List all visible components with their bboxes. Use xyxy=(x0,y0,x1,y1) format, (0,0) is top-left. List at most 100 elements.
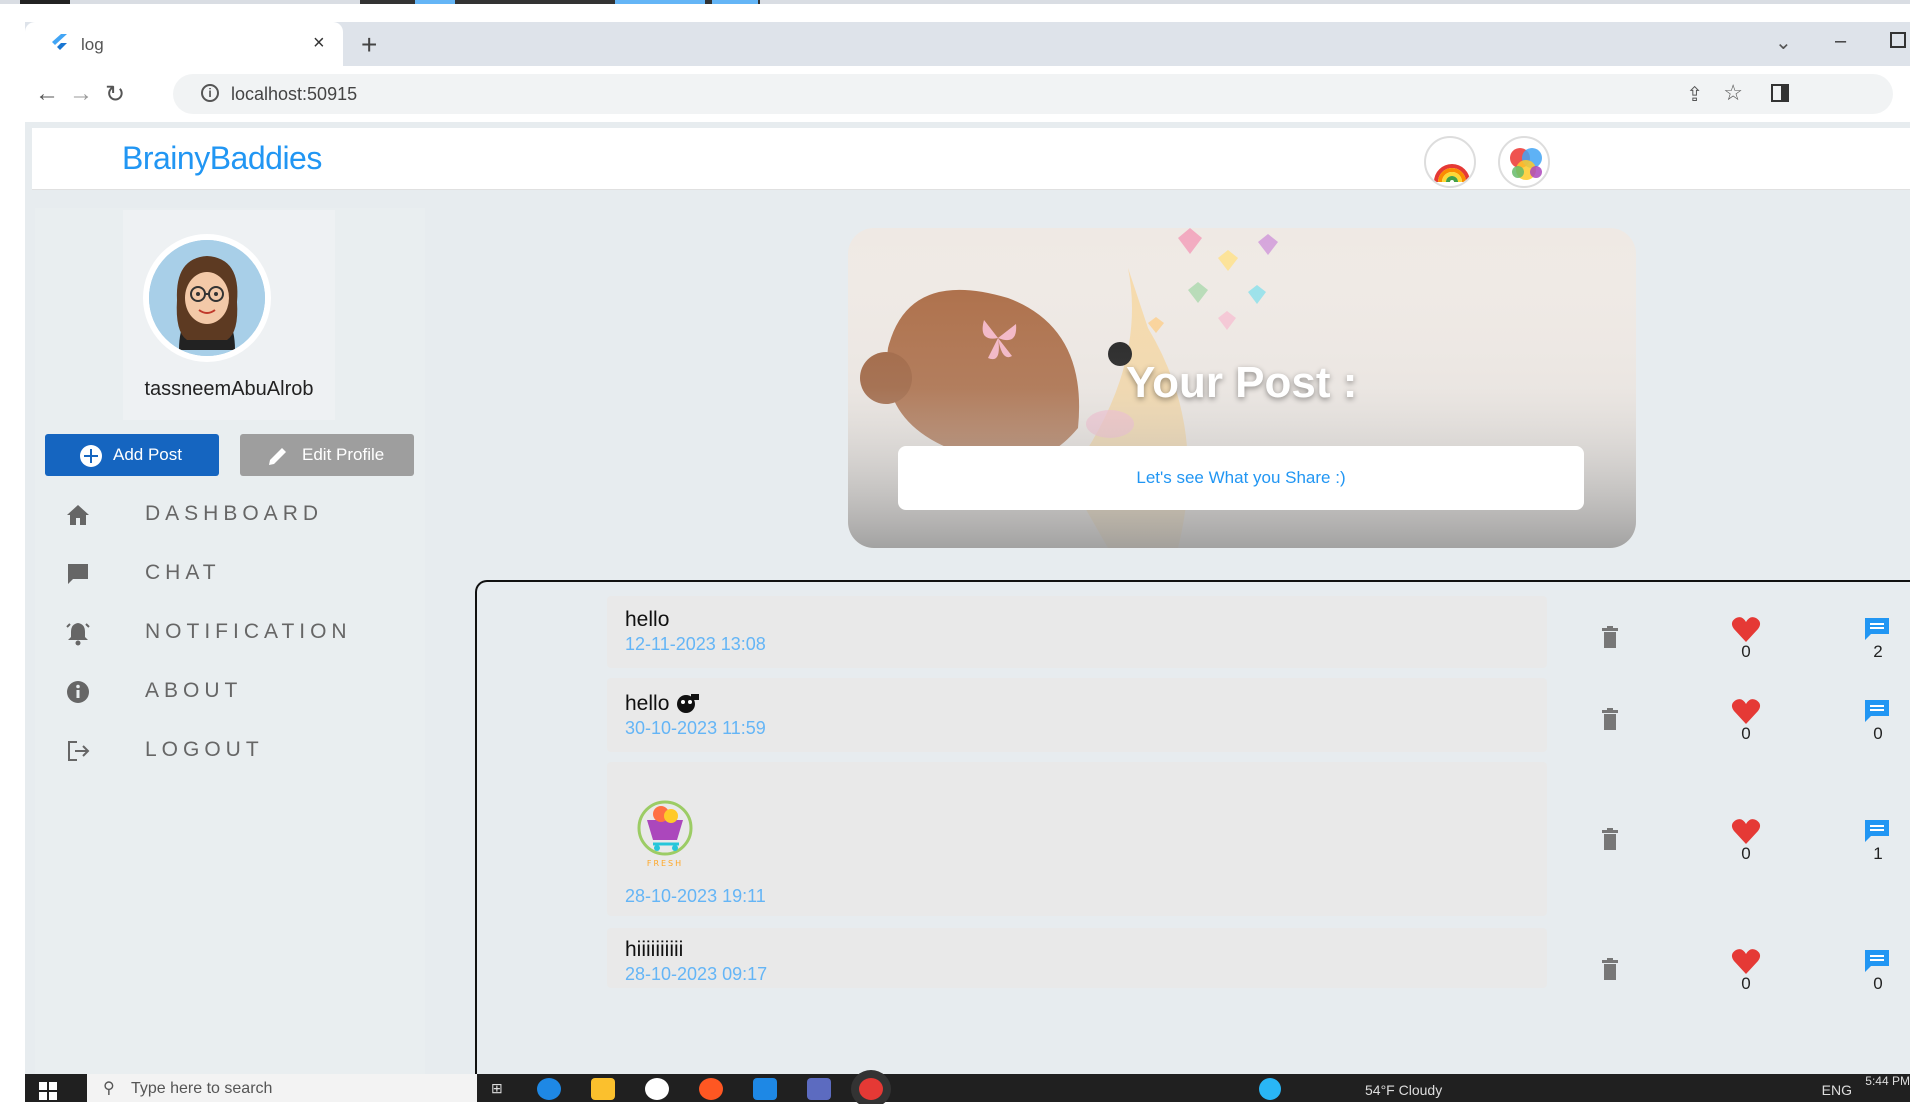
sidebar-item-logout[interactable]: LOGOUT xyxy=(65,730,385,770)
vscode-icon[interactable] xyxy=(753,1078,777,1100)
new-post-card: Your Post : Let's see What you Share :) xyxy=(848,228,1636,548)
app-viewport: BrainyBaddies tassneemAbuAlrob Add Post … xyxy=(25,122,1910,1100)
help-icon[interactable] xyxy=(1259,1078,1281,1100)
weather-text[interactable]: 54°F Cloudy xyxy=(1365,1082,1442,1098)
comment-icon[interactable] xyxy=(1863,818,1891,844)
task-view-icon[interactable]: ⊞ xyxy=(491,1080,503,1097)
sidebar-item-label: CHAT xyxy=(145,561,221,584)
add-post-button[interactable]: Add Post xyxy=(45,434,219,476)
teams-icon[interactable] xyxy=(807,1078,831,1100)
clock[interactable]: 5:44 PM xyxy=(1865,1074,1910,1088)
like-count: 0 xyxy=(1741,724,1751,743)
like-heart-icon[interactable] xyxy=(1731,818,1761,844)
taskbar-search-input[interactable]: ⚲ Type here to search xyxy=(87,1074,477,1102)
search-icon: ⚲ xyxy=(103,1080,115,1097)
like-count: 0 xyxy=(1741,844,1751,863)
forward-icon[interactable]: → xyxy=(69,80,93,108)
post-item: FRESH 28-10-2023 19:11 xyxy=(607,762,1547,916)
sidebar-item-label: NOTIFICATION xyxy=(145,620,352,643)
site-info-icon[interactable]: i xyxy=(201,84,219,102)
posts-list: hello 12-11-2023 13:08 0 2 hello 30-10-2… xyxy=(475,580,1910,1100)
edit-profile-button[interactable]: Edit Profile xyxy=(240,434,414,476)
side-panel-icon[interactable] xyxy=(1771,84,1789,102)
colorful-avatar-icon[interactable] xyxy=(1498,136,1550,188)
postman-icon[interactable] xyxy=(699,1078,723,1100)
comment-count: 0 xyxy=(1873,724,1883,743)
comment-count: 1 xyxy=(1873,844,1883,863)
sidebar-item-dashboard[interactable]: DASHBOARD xyxy=(65,494,385,534)
chrome-icon[interactable] xyxy=(859,1078,883,1100)
back-icon[interactable]: ← xyxy=(35,80,59,108)
post-input[interactable]: Let's see What you Share :) xyxy=(898,446,1584,510)
browser-tab[interactable]: log × xyxy=(25,22,343,66)
delete-icon[interactable] xyxy=(1601,958,1619,980)
rainbow-avatar-icon[interactable] xyxy=(1424,136,1476,188)
post-text: hello xyxy=(625,692,670,715)
os-taskbar: ⚲ Type here to search ⊞ 54°F Cloudy ENG … xyxy=(25,1074,1910,1102)
delete-icon[interactable] xyxy=(1601,708,1619,730)
share-icon[interactable]: ⇪ xyxy=(1686,82,1703,107)
post-text: hiiiiiiiiii xyxy=(625,938,684,961)
like-heart-icon[interactable] xyxy=(1731,698,1761,724)
sidebar-item-chat[interactable]: CHAT xyxy=(65,553,385,593)
info-icon xyxy=(67,681,89,703)
profile-avatar[interactable] xyxy=(143,234,271,362)
add-post-label: Add Post xyxy=(113,445,182,464)
minimize-icon[interactable]: – xyxy=(1835,30,1846,53)
like-count: 0 xyxy=(1741,642,1751,661)
sidebar-item-about[interactable]: ABOUT xyxy=(65,671,385,711)
sidebar: tassneemAbuAlrob Add Post Edit Profile D… xyxy=(35,208,425,1074)
home-icon xyxy=(67,505,89,525)
chat-icon xyxy=(68,564,88,584)
main-content: Your Post : Let's see What you Share :) … xyxy=(450,208,1910,1100)
comment-icon[interactable] xyxy=(1863,948,1891,974)
url-text: localhost:50915 xyxy=(231,84,358,104)
post-date: 30-10-2023 11:59 xyxy=(625,718,766,738)
browser-window: log × + ⌄ – ← → ↻ i localhost:50915 ⇪ ☆ … xyxy=(25,4,1910,1100)
post-item: hello 30-10-2023 11:59 xyxy=(607,678,1547,752)
comment-icon[interactable] xyxy=(1863,698,1891,724)
comment-count: 0 xyxy=(1873,974,1883,993)
post-date: 12-11-2023 13:08 xyxy=(625,634,766,654)
sidebar-item-label: DASHBOARD xyxy=(145,502,324,525)
like-heart-icon[interactable] xyxy=(1731,616,1761,642)
address-bar[interactable]: i localhost:50915 ⇪ ☆ xyxy=(173,74,1893,114)
notification-icon xyxy=(66,623,90,646)
reload-icon[interactable]: ↻ xyxy=(105,80,125,109)
post-date: 28-10-2023 19:11 xyxy=(625,886,766,906)
post-text: hello xyxy=(625,608,670,631)
windows-start-icon[interactable] xyxy=(39,1082,57,1100)
edge-icon[interactable] xyxy=(537,1078,561,1100)
like-count: 0 xyxy=(1741,974,1751,993)
new-tab-button[interactable]: + xyxy=(361,29,377,61)
tab-search-chevron-icon[interactable]: ⌄ xyxy=(1775,30,1792,55)
logout-icon xyxy=(68,741,90,761)
comment-count: 2 xyxy=(1873,642,1883,661)
like-heart-icon[interactable] xyxy=(1731,948,1761,974)
taskbar-search-placeholder: Type here to search xyxy=(131,1080,273,1097)
toolbar: ← → ↻ i localhost:50915 ⇪ ☆ xyxy=(25,66,1910,122)
language-indicator[interactable]: ENG xyxy=(1822,1082,1852,1098)
close-tab-icon[interactable]: × xyxy=(313,32,325,55)
sidebar-item-label: LOGOUT xyxy=(145,738,264,761)
edit-profile-label: Edit Profile xyxy=(302,445,385,464)
sidebar-item-label: ABOUT xyxy=(145,679,243,702)
post-item: hello 12-11-2023 13:08 xyxy=(607,596,1547,668)
restore-window-icon[interactable] xyxy=(1890,32,1906,48)
emoji-icon xyxy=(677,694,699,713)
delete-icon[interactable] xyxy=(1601,626,1619,648)
store-icon[interactable] xyxy=(645,1078,669,1100)
brand-title[interactable]: BrainyBaddies xyxy=(122,140,322,177)
post-date: 28-10-2023 09:17 xyxy=(625,964,768,984)
file-explorer-icon[interactable] xyxy=(591,1078,615,1100)
hero-title: Your Post : xyxy=(1126,358,1358,407)
pencil-icon xyxy=(269,448,286,465)
comment-icon[interactable] xyxy=(1863,616,1891,642)
post-item: hiiiiiiiiii 28-10-2023 09:17 xyxy=(607,928,1547,988)
fresh-logo-image: FRESH xyxy=(637,800,693,868)
sidebar-item-notification[interactable]: NOTIFICATION xyxy=(65,612,385,652)
bookmark-star-icon[interactable]: ☆ xyxy=(1723,80,1743,106)
username-label: tassneemAbuAlrob xyxy=(144,378,314,400)
app-bar: BrainyBaddies xyxy=(32,128,1910,190)
delete-icon[interactable] xyxy=(1601,828,1619,850)
